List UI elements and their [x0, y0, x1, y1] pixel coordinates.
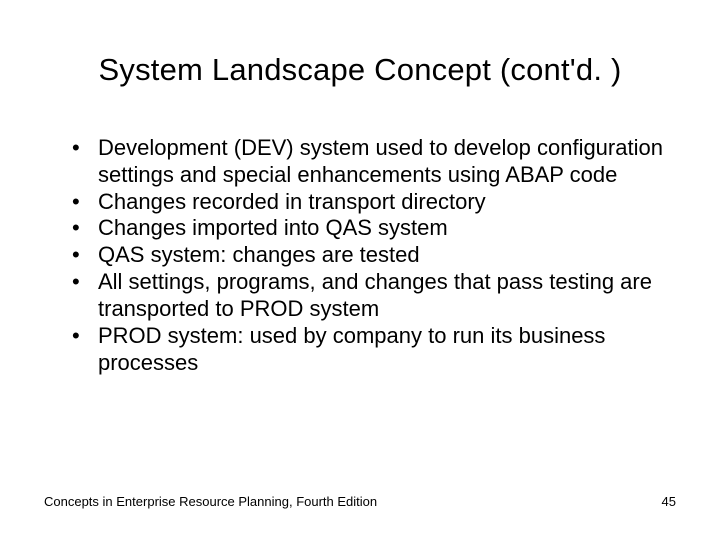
bullet-list: Development (DEV) system used to develop… [68, 135, 668, 376]
footer-source: Concepts in Enterprise Resource Planning… [44, 494, 377, 509]
slide-body: Development (DEV) system used to develop… [68, 135, 668, 376]
bullet-item: Changes recorded in transport directory [68, 189, 668, 216]
footer-page-number: 45 [662, 494, 676, 509]
slide-title: System Landscape Concept (cont'd. ) [0, 52, 720, 88]
slide: System Landscape Concept (cont'd. ) Deve… [0, 0, 720, 540]
bullet-item: PROD system: used by company to run its … [68, 323, 668, 377]
bullet-item: Changes imported into QAS system [68, 215, 668, 242]
bullet-item: QAS system: changes are tested [68, 242, 668, 269]
bullet-item: Development (DEV) system used to develop… [68, 135, 668, 189]
bullet-item: All settings, programs, and changes that… [68, 269, 668, 323]
